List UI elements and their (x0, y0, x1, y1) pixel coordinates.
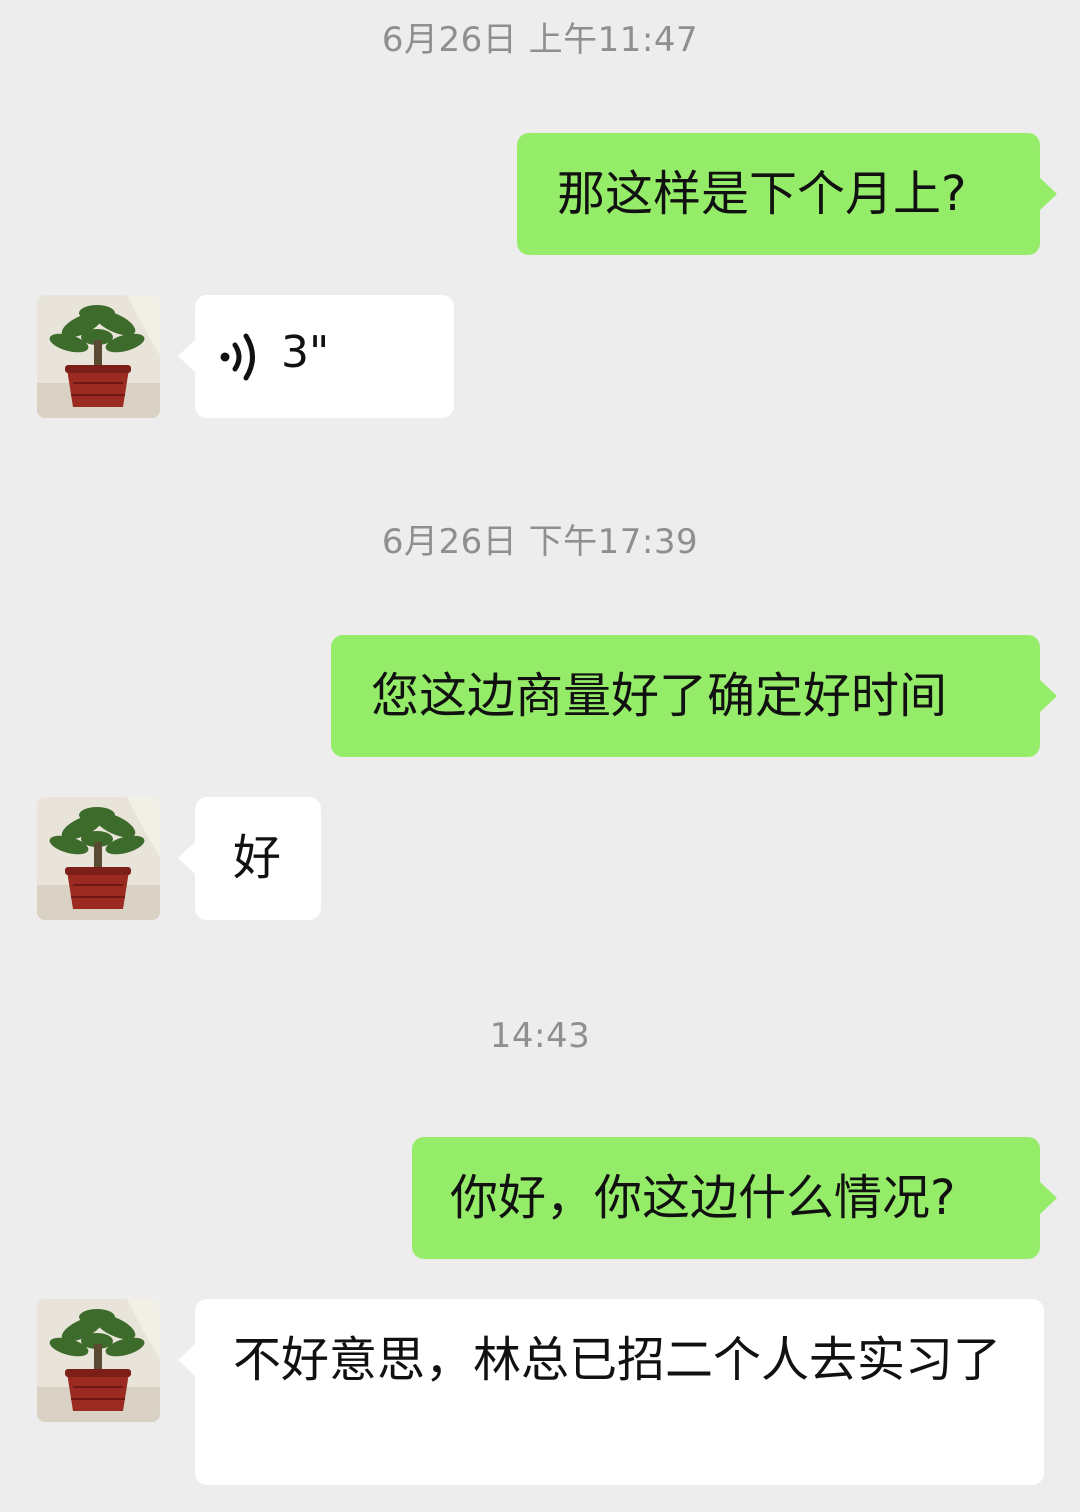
sent-message-bubble[interactable]: 那这样是下个月上? (517, 133, 1057, 255)
received-message-bubble[interactable]: 不好意思，林总已招二个人去实习了 (178, 1299, 1044, 1485)
voice-duration: 3" (281, 327, 330, 378)
voice-wave-icon (220, 333, 255, 381)
chat-timestamp: 14:43 (489, 1016, 591, 1056)
sent-message-bubble[interactable]: 您这边商量好了确定好时间 (331, 635, 1057, 757)
contact-avatar[interactable] (37, 295, 160, 418)
contact-avatar[interactable] (37, 797, 160, 920)
received-message-bubble[interactable]: 好 (178, 797, 321, 920)
message-text: 那这样是下个月上? (557, 166, 967, 222)
received-voice-bubble[interactable]: 3" (178, 295, 454, 418)
message-text: 不好意思，林总已招二个人去实习了 (233, 1332, 1002, 1388)
message-text: 您这边商量好了确定好时间 (371, 668, 948, 724)
chat-timestamp: 6月26日 下午17:39 (381, 522, 699, 562)
message-text: 你好，你这边什么情况? (450, 1170, 956, 1226)
sent-message-bubble[interactable]: 你好，你这边什么情况? (412, 1137, 1057, 1259)
chat-timestamp: 6月26日 上午11:47 (381, 20, 699, 60)
contact-avatar[interactable] (37, 1299, 160, 1422)
message-text: 好 (233, 830, 282, 886)
